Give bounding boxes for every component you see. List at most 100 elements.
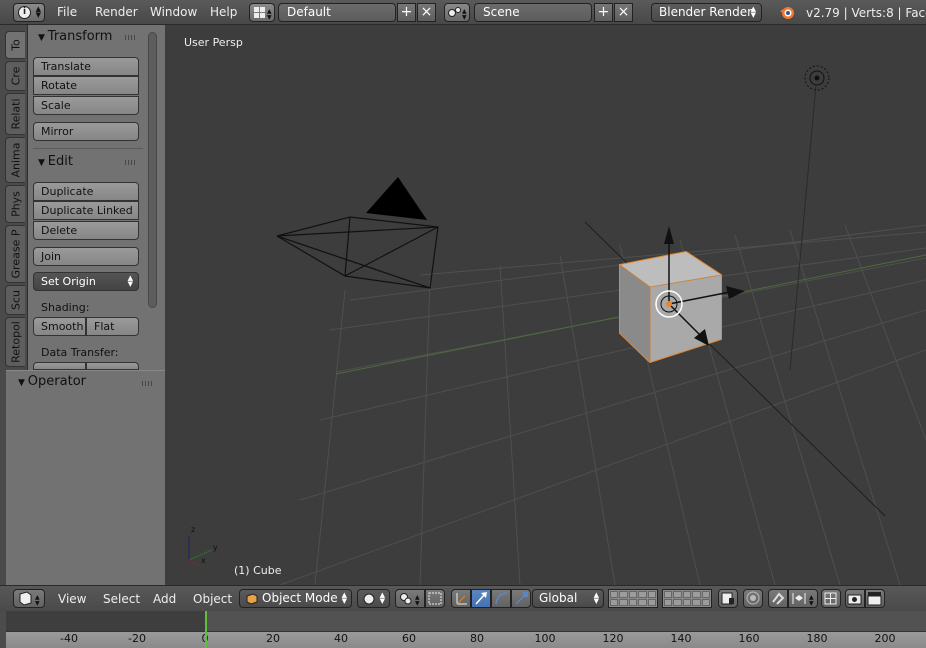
drag-grip-icon[interactable] [125, 160, 137, 165]
tab-tools[interactable]: To [5, 31, 25, 59]
render-still-button[interactable] [845, 589, 865, 608]
transform-orientation-select[interactable]: Global ▲ ▼ [532, 589, 604, 608]
rotate-button[interactable]: Rotate [33, 76, 139, 95]
tab-sculpt[interactable]: Scu [5, 285, 25, 315]
remove-screen-button[interactable]: × [417, 3, 436, 22]
manipulator-toggle-button[interactable] [451, 589, 471, 608]
3d-view-cube-icon: ▲▼ [19, 591, 40, 607]
editor-type-button[interactable]: ▲ ▼ [13, 589, 45, 608]
add-scene-button[interactable]: + [594, 3, 613, 22]
delete-button[interactable]: Delete [33, 221, 139, 240]
orientation-label: Global [539, 591, 578, 605]
menu-select[interactable]: Select [103, 592, 140, 606]
camera-icon [847, 594, 862, 605]
lock-camera-layers-button[interactable] [718, 589, 738, 608]
info-header: i ▲ ▼ File Render Window Help ▲ ▼ Default … [0, 0, 926, 25]
tab-retopology[interactable]: Retopol [5, 317, 25, 367]
frame-tick-label: -20 [128, 632, 146, 645]
menu-add[interactable]: Add [153, 592, 176, 606]
data-transfer-button[interactable] [33, 362, 86, 370]
duplicate-linked-button[interactable]: Duplicate Linked [33, 201, 139, 220]
operator-panel-header[interactable]: ▼ Operator [18, 374, 86, 389]
frame-tick-label: 100 [534, 632, 556, 645]
menu-render[interactable]: Render [95, 5, 138, 21]
snap-toggle-button[interactable] [768, 589, 788, 608]
scene-field[interactable]: Scene [474, 3, 592, 22]
scene-selector-button[interactable]: ▲ ▼ [444, 3, 470, 22]
menu-window[interactable]: Window [150, 5, 197, 21]
scale-manipulator-button[interactable] [511, 589, 531, 608]
scale-icon [515, 592, 528, 605]
proportional-editing-button[interactable] [743, 589, 763, 608]
frame-tick-label: 180 [806, 632, 828, 645]
menu-view[interactable]: View [58, 592, 86, 606]
snap-element-select[interactable]: ▲ ▼ [788, 589, 818, 608]
frame-tick-label: 40 [334, 632, 348, 645]
data-transfer-label: Data Transfer: [41, 346, 119, 359]
mirror-button[interactable]: Mirror [33, 122, 139, 141]
snap-target-button[interactable] [821, 589, 841, 608]
remove-scene-button[interactable]: × [614, 3, 633, 22]
tab-animation[interactable]: Anima [5, 137, 25, 183]
translate-button[interactable]: Translate [33, 57, 139, 76]
collapse-triangle-icon: ▼ [38, 33, 48, 43]
menu-file[interactable]: File [57, 5, 77, 21]
tab-create[interactable]: Cre [5, 61, 25, 91]
render-animation-button[interactable] [865, 589, 885, 608]
axis-x-label: x [201, 556, 206, 565]
join-button[interactable]: Join [33, 247, 139, 266]
updown-arrow-icon: ▲ ▼ [750, 5, 756, 19]
collapse-triangle-icon: ▼ [38, 158, 48, 168]
frame-tick-label: 140 [670, 632, 692, 645]
rotate-manipulator-button[interactable] [491, 589, 511, 608]
tab-physics[interactable]: Phys [5, 185, 25, 223]
screen-layout-button[interactable]: ▲ ▼ [249, 3, 275, 22]
set-origin-label: Set Origin [41, 275, 96, 288]
data-layout-button[interactable] [86, 362, 139, 370]
pivot-icon: ▲▼ [400, 593, 420, 607]
edit-panel-header[interactable]: ▼ Edit [38, 154, 73, 169]
current-frame-cursor[interactable] [205, 611, 207, 648]
tab-label: Phys [9, 191, 22, 217]
scene-icon: ▲▼ [448, 7, 467, 21]
translate-manipulator-button[interactable] [471, 589, 491, 608]
manipulate-center-points-button[interactable] [425, 589, 445, 608]
drag-grip-icon[interactable] [125, 35, 137, 40]
menu-help[interactable]: Help [210, 5, 237, 21]
duplicate-button[interactable]: Duplicate [33, 182, 139, 201]
camera-object[interactable] [276, 177, 439, 289]
updown-arrow-icon: ▲ ▼ [341, 591, 347, 605]
svg-text:▼: ▼ [415, 600, 420, 607]
proportional-circle-icon [746, 591, 760, 605]
frame-tick-label: 120 [602, 632, 624, 645]
lamp-object[interactable] [804, 65, 830, 91]
toolshelf-scrollbar[interactable] [148, 32, 157, 308]
smooth-button[interactable]: Smooth [33, 317, 86, 336]
set-origin-select[interactable]: Set Origin ▲ ▼ [33, 272, 139, 291]
scene-layers-group-2[interactable] [662, 589, 712, 608]
3d-viewport[interactable]: User Persp (1) Cube z y x [165, 25, 926, 585]
render-engine-select[interactable]: Blender Render ▲ ▼ [651, 3, 762, 22]
mode-select[interactable]: Object Mode ▲ ▼ [239, 589, 352, 608]
scene-layers-group-1[interactable] [608, 589, 658, 608]
tab-grease-pencil[interactable]: Grease P [5, 225, 25, 283]
drag-grip-icon[interactable] [142, 381, 154, 386]
pivot-point-select[interactable]: ▲ ▼ [395, 589, 425, 608]
collapse-triangle-icon: ▼ [18, 378, 28, 388]
flat-button[interactable]: Flat [86, 317, 139, 336]
blender-window: i ▲ ▼ File Render Window Help ▲ ▼ Default … [0, 0, 926, 648]
menu-object[interactable]: Object [193, 592, 232, 606]
viewport-scene [188, 65, 926, 585]
transform-panel-header[interactable]: ▼ Transform [38, 29, 112, 44]
screen-layout-field[interactable]: Default [278, 3, 396, 22]
viewport-shading-select[interactable]: ▲ ▼ [357, 589, 390, 608]
frame-tick-label: 200 [874, 632, 896, 645]
cube-object[interactable] [619, 250, 722, 364]
add-screen-button[interactable]: + [397, 3, 416, 22]
floor-grid [279, 224, 926, 585]
tab-label: Anima [9, 142, 22, 178]
editor-type-button[interactable]: i ▲ ▼ [13, 3, 45, 22]
timeline[interactable]: -40-20020406080100120140160180200 [0, 611, 926, 648]
scale-button[interactable]: Scale [33, 96, 139, 115]
tab-relations[interactable]: Relati [5, 93, 25, 135]
